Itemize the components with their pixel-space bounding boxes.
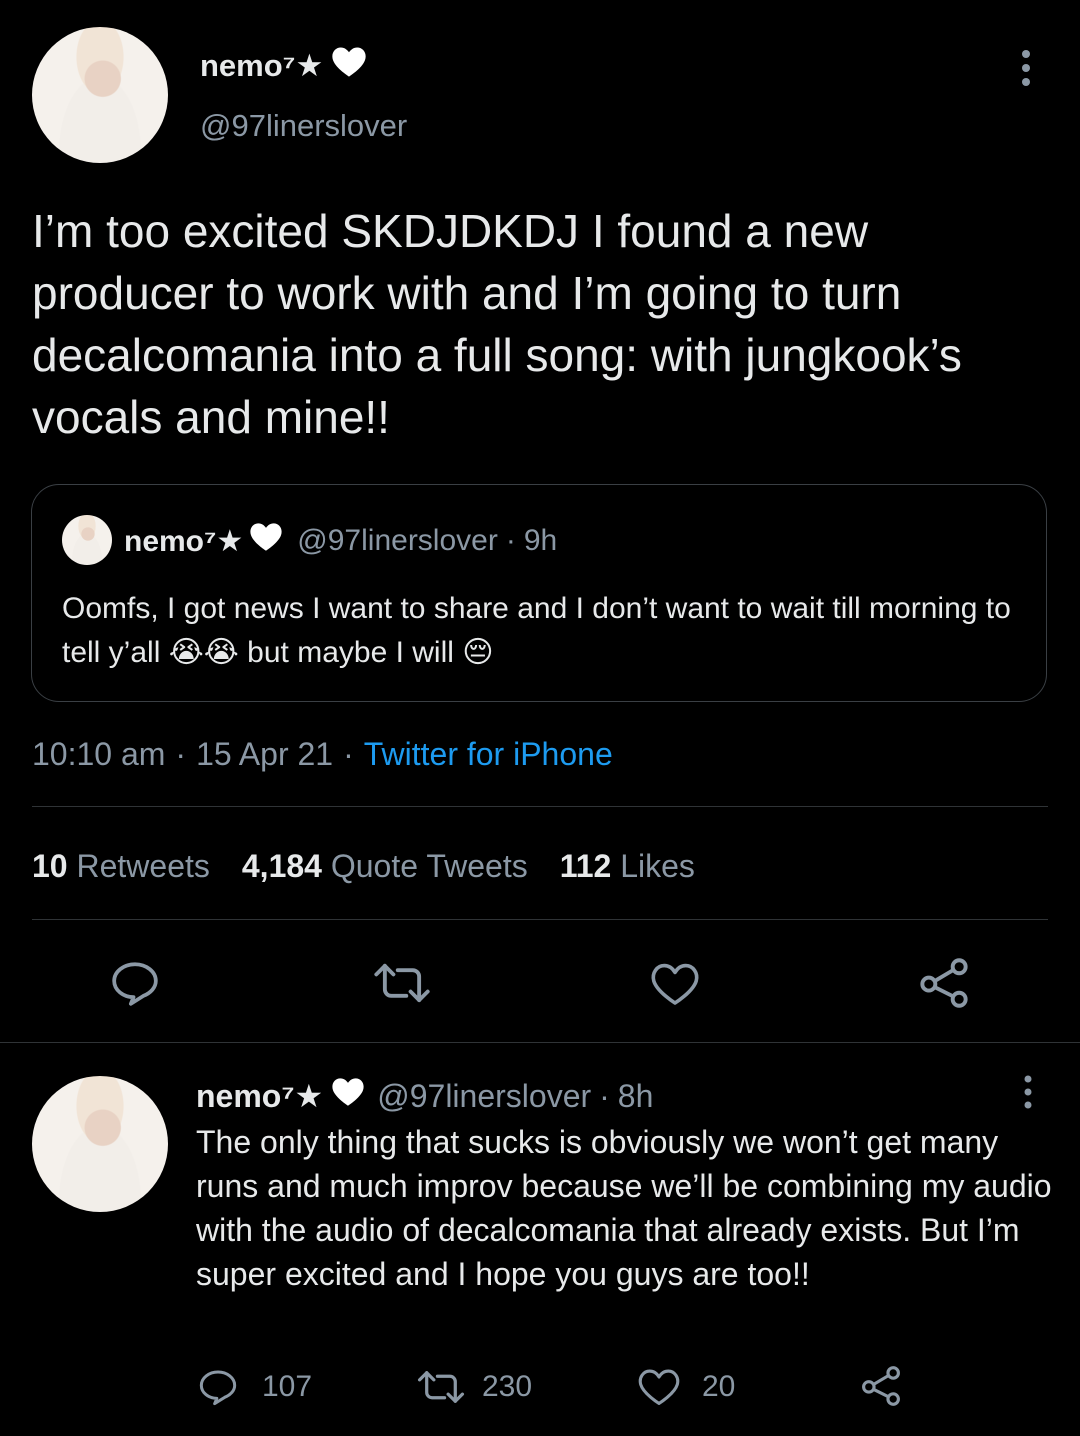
tweet-time: 10:10 am: [32, 735, 166, 772]
reply-display-name: nemo⁷★: [196, 1078, 324, 1114]
meta-sep-2: ·: [343, 735, 354, 772]
tweet-date: 15 Apr 21: [196, 735, 334, 772]
quoted-display-name: nemo⁷★: [124, 524, 244, 558]
main-avatar[interactable]: [32, 27, 168, 163]
main-handle[interactable]: @97linerslover: [200, 108, 407, 144]
retweet-count: 230: [482, 1370, 533, 1403]
quote-tweets-label: Quote Tweets: [330, 847, 528, 884]
like-icon[interactable]: [650, 962, 700, 1006]
quote-tweets-stat[interactable]: 4,184 Quote Tweets: [242, 848, 528, 885]
more-options-icon[interactable]: [1014, 48, 1038, 88]
section-divider: [0, 1042, 1080, 1043]
like-icon: [638, 1368, 680, 1406]
quote-tweets-count: 4,184: [241, 847, 322, 884]
main-author[interactable]: nemo⁷★: [200, 46, 367, 86]
retweets-stat[interactable]: 10 Retweets: [32, 848, 210, 885]
reply-time: 8h: [617, 1077, 654, 1114]
retweet-icon[interactable]: [372, 961, 432, 1005]
divider: [32, 806, 1048, 807]
main-tweet-text: I’m too excited SKDJDKDJ I found a new p…: [32, 205, 962, 443]
quoted-author: nemo⁷★ @97linerslover · 9h: [124, 521, 557, 561]
quoted-sep: ·: [505, 524, 516, 557]
tweet-source-link[interactable]: Twitter for iPhone: [364, 736, 613, 773]
main-display-name: nemo⁷★: [200, 48, 324, 83]
retweets-label: Retweets: [76, 847, 210, 884]
crying-emoji: 😭😭: [168, 636, 239, 669]
likes-label: Likes: [620, 847, 695, 884]
tweet-stats: 10 Retweets 4,184 Quote Tweets 112 Likes: [32, 844, 695, 888]
meta-sep-1: ·: [175, 735, 187, 772]
reply-icon[interactable]: [110, 960, 160, 1006]
reply-avatar[interactable]: [32, 1076, 168, 1212]
likes-stat[interactable]: 112 Likes: [560, 848, 695, 885]
retweet-icon: [416, 1369, 466, 1405]
reply-sep: ·: [599, 1077, 610, 1114]
tweet-meta: 10:10 am · 15 Apr 21 · Twitter for iPhon…: [32, 732, 613, 776]
quoted-time: 9h: [523, 524, 558, 557]
reply-handle: @97linerslover: [377, 1077, 592, 1114]
more-options-icon[interactable]: [1018, 1074, 1038, 1110]
reply-action-replies[interactable]: 107: [198, 1364, 312, 1410]
quoted-tweet-card[interactable]: nemo⁷★ @97linerslover · 9h Oomfs, I got …: [31, 484, 1047, 702]
retweets-count: 10: [32, 847, 68, 884]
quoted-avatar: [62, 515, 112, 565]
white-heart-icon: [249, 522, 283, 560]
reply-action-retweets[interactable]: 230: [416, 1364, 532, 1410]
quoted-text-part2: but maybe I will: [247, 636, 454, 669]
reply-author[interactable]: nemo⁷★ @97linerslover · 8h: [196, 1074, 653, 1118]
reply-action-likes[interactable]: 20: [638, 1364, 735, 1410]
like-count: 20: [702, 1370, 736, 1403]
share-icon[interactable]: [860, 1366, 902, 1406]
quoted-text: Oomfs, I got news I want to share and I …: [62, 587, 1022, 675]
reply-tweet-text: The only thing that sucks is obviously w…: [196, 1124, 1052, 1292]
divider: [32, 919, 1048, 920]
reply-count: 107: [262, 1370, 313, 1403]
white-heart-icon: [331, 1077, 365, 1115]
pensive-emoji: 😔: [462, 636, 494, 669]
white-heart-icon: [331, 46, 367, 86]
likes-count: 112: [559, 847, 612, 884]
reply-icon: [198, 1368, 238, 1406]
share-icon[interactable]: [918, 958, 970, 1008]
quoted-handle: @97linerslover: [297, 524, 498, 557]
